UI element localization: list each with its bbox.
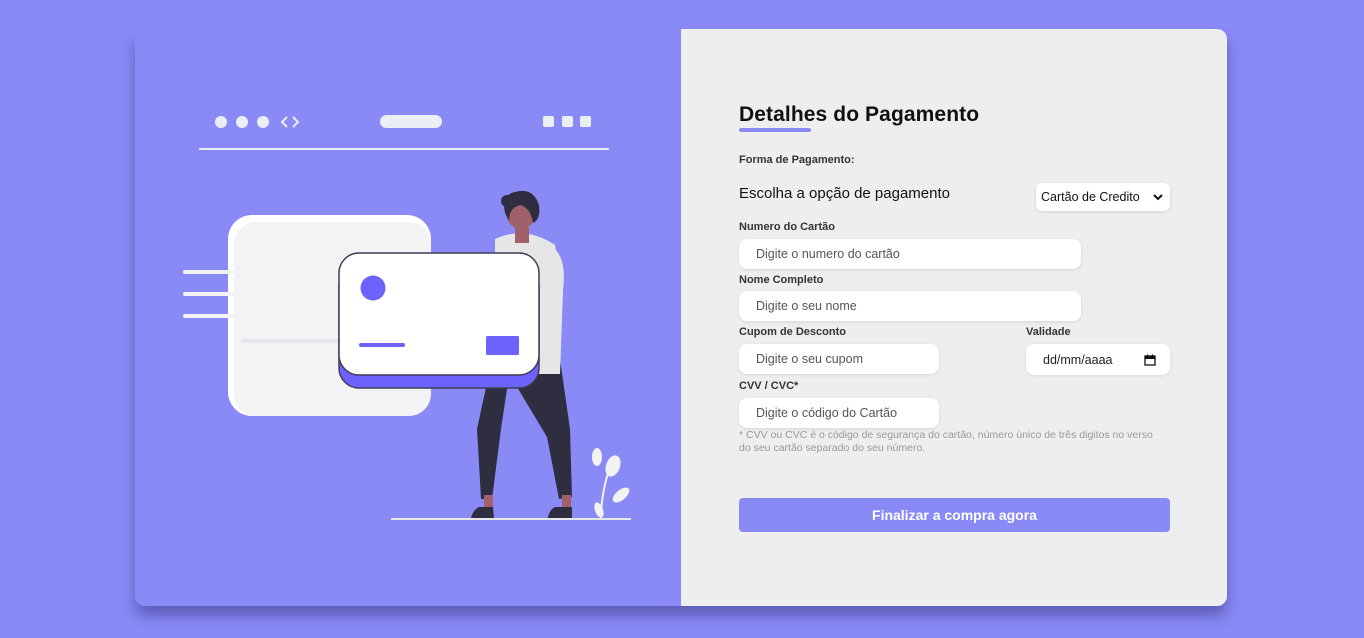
payment-illustration — [183, 115, 631, 520]
card-number-label: Numero do Cartão — [739, 221, 835, 233]
full-name-label: Nome Completo — [739, 274, 824, 286]
plant-illustration — [592, 448, 630, 520]
card-number-placeholder: Digite o numero do cartão — [756, 247, 900, 261]
calendar-icon[interactable] — [1144, 354, 1156, 366]
page-title: Detalhes do Pagamento — [739, 103, 980, 126]
coupon-label: Cupom de Desconto — [739, 326, 846, 338]
chevron-down-icon — [1153, 194, 1163, 201]
full-name-placeholder: Digite o seu nome — [756, 299, 857, 313]
coupon-placeholder: Digite o seu cupom — [756, 352, 864, 366]
payment-prompt: Escolha a opção de pagamento — [739, 185, 950, 202]
coupon-input[interactable]: Digite o seu cupom — [739, 344, 939, 374]
cvv-label: CVV / CVC* — [739, 380, 799, 392]
validity-date-input[interactable]: dd/mm/aaaa — [1026, 344, 1170, 375]
payment-method-select[interactable]: Cartão de Credito — [1036, 183, 1170, 211]
cvv-note: * CVV ou CVC é o código de segurança do … — [739, 429, 1153, 454]
payment-form-panel: Detalhes do Pagamento Forma de Pagamento… — [681, 29, 1227, 606]
validity-placeholder: dd/mm/aaaa — [1043, 352, 1113, 367]
finalize-purchase-button[interactable]: Finalizar a compra agora — [739, 498, 1170, 532]
card-number-input[interactable]: Digite o numero do cartão — [739, 239, 1081, 269]
illustration-panel — [135, 29, 681, 606]
validity-label: Validade — [1026, 326, 1071, 338]
credit-card-illustration — [338, 252, 540, 389]
payment-method-value: Cartão de Credito — [1041, 190, 1140, 204]
browser-window-illustration — [199, 115, 609, 150]
full-name-input[interactable]: Digite o seu nome — [739, 291, 1081, 321]
cvv-input[interactable]: Digite o código do Cartão — [739, 398, 939, 428]
payment-card: Detalhes do Pagamento Forma de Pagamento… — [135, 29, 1227, 606]
cvv-placeholder: Digite o código do Cartão — [756, 406, 898, 420]
payment-method-label: Forma de Pagamento: — [739, 154, 855, 166]
title-underline — [739, 128, 811, 132]
